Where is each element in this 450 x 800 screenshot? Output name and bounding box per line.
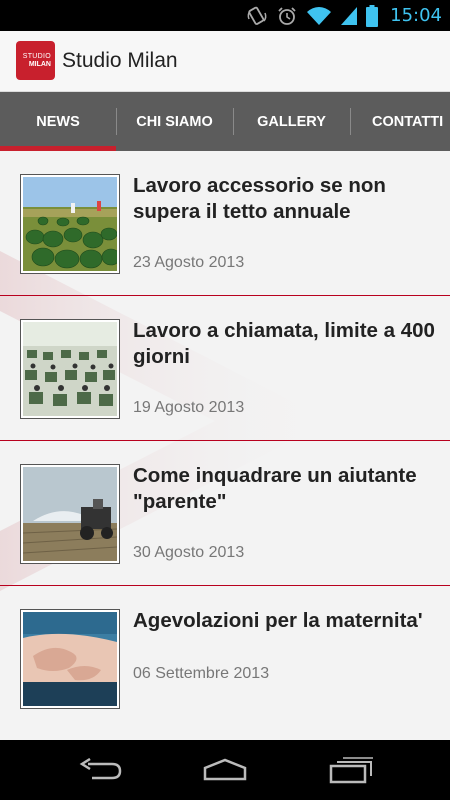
news-item[interactable]: Lavoro a chiamata, limite a 400 giorni 1… [0, 296, 450, 441]
app-title: Studio Milan [62, 49, 178, 72]
clock: 15:04 [390, 5, 442, 26]
back-button[interactable] [70, 752, 130, 788]
tab-chi-siamo[interactable]: CHI SIAMO [116, 92, 233, 151]
tab-label: CONTATTI [372, 113, 444, 130]
news-item[interactable]: Lavoro accessorio se non supera il tetto… [0, 151, 450, 296]
news-item[interactable]: Come inquadrare un aiutante "parente" 30… [0, 441, 450, 586]
home-button[interactable] [195, 752, 255, 788]
news-thumbnail [20, 464, 120, 564]
logo-line1: STUDIO [22, 53, 51, 60]
tab-gallery[interactable]: GALLERY [233, 92, 350, 151]
tab-label: NEWS [36, 113, 80, 130]
app-logo[interactable]: STUDIO MILAN [16, 41, 55, 80]
news-list[interactable]: Lavoro accessorio se non supera il tetto… [0, 151, 450, 740]
signal-icon [341, 6, 358, 25]
office-workers-image [23, 322, 117, 416]
news-date: 19 Agosto 2013 [133, 399, 245, 416]
news-date: 23 Agosto 2013 [133, 254, 245, 271]
news-date: 30 Agosto 2013 [133, 544, 245, 561]
navigation-bar [0, 740, 450, 800]
alarm-icon [278, 6, 296, 25]
news-thumbnail [20, 174, 120, 274]
news-thumbnail [20, 319, 120, 419]
news-title: Come inquadrare un aiutante "parente" [133, 464, 417, 513]
home-icon [203, 758, 247, 781]
action-bar: STUDIO MILAN Studio Milan [0, 31, 450, 92]
news-title: Agevolazioni per la maternita' [133, 609, 423, 632]
tab-contatti[interactable]: CONTATTI [350, 92, 450, 151]
pregnant-belly-image [23, 612, 117, 706]
news-thumbnail [20, 609, 120, 709]
logo-line2: MILAN [28, 61, 51, 68]
news-title: Lavoro a chiamata, limite a 400 giorni [133, 319, 435, 368]
tab-news[interactable]: NEWS [0, 92, 116, 151]
status-icons: 15:04 [246, 3, 442, 28]
status-bar: 15:04 [0, 0, 450, 31]
recent-apps-icon [329, 757, 373, 784]
wifi-icon [307, 6, 332, 25]
recent-apps-button[interactable] [322, 752, 382, 788]
tab-bar: NEWS CHI SIAMO GALLERY CONTATTI [0, 92, 450, 151]
tab-label: GALLERY [257, 113, 326, 130]
battery-icon [366, 4, 379, 27]
back-icon [79, 758, 122, 780]
watermelon-field-image [23, 177, 117, 271]
farm-irrigation-image [23, 467, 117, 561]
news-item[interactable]: Agevolazioni per la maternita' 06 Settem… [0, 586, 450, 731]
rotate-icon [247, 6, 267, 25]
news-title: Lavoro accessorio se non supera il tetto… [133, 174, 386, 223]
news-date: 06 Settembre 2013 [133, 665, 270, 682]
tab-label: CHI SIAMO [136, 113, 213, 130]
